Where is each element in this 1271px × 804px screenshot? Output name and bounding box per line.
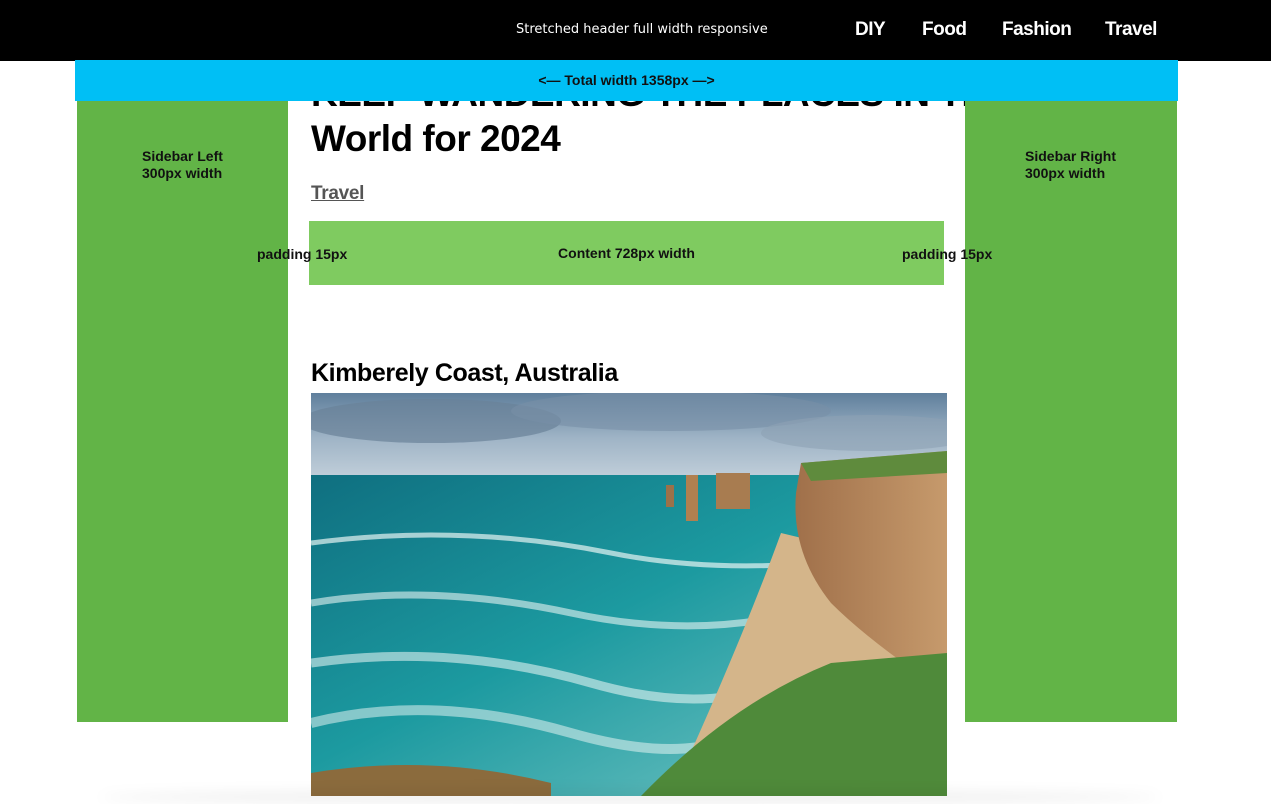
sidebar-right: Sidebar Right 300px width [965, 101, 1177, 722]
nav-item-travel[interactable]: Travel [1105, 19, 1157, 41]
total-width-bar: <— Total width 1358px —> [75, 60, 1178, 101]
header-caption: Stretched header full width responsive [516, 22, 768, 37]
article-title: World for 2024 [311, 118, 561, 159]
sidebar-left: Sidebar Left 300px width [77, 101, 288, 722]
category-link[interactable]: Travel [311, 183, 364, 205]
coastal-cliffs-photo [311, 393, 947, 796]
padding-right-label: padding 15px [902, 246, 993, 262]
nav-item-fashion[interactable]: Fashion [1002, 19, 1072, 41]
sidebar-right-label: Sidebar Right 300px width [1025, 148, 1117, 181]
padding-left-label: padding 15px [257, 246, 348, 262]
site-header: Stretched header full width responsive D… [0, 0, 1271, 61]
nav-item-diy[interactable]: DIY [855, 19, 886, 41]
section-heading: Kimberely Coast, Australia [311, 359, 618, 387]
content-width-label: Content 728px width [558, 245, 695, 261]
footer-shadow [100, 790, 1160, 804]
article-title-partial: KEEP WANDERING THE PLACES IN THE [311, 101, 965, 115]
main-content: KEEP WANDERING THE PLACES IN THE World f… [288, 101, 965, 800]
nav-item-food[interactable]: Food [922, 19, 967, 41]
content-width-box: Content 728px width [309, 221, 944, 285]
sidebar-left-label: Sidebar Left 300px width [142, 148, 223, 181]
